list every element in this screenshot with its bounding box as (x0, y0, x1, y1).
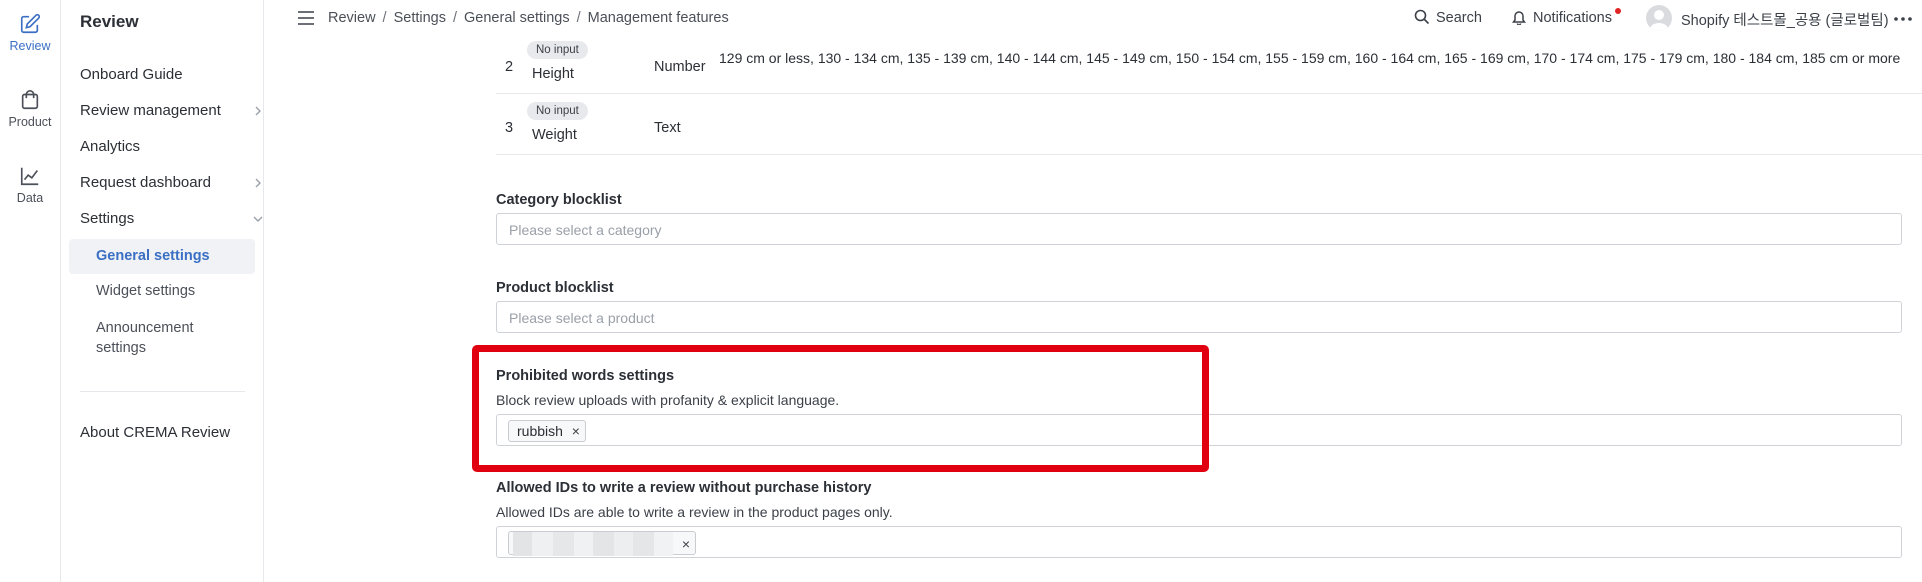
chevron-right-icon (255, 106, 261, 116)
tag-remove-icon[interactable]: × (682, 533, 690, 555)
nav-sub-general-settings[interactable]: General settings (69, 239, 255, 274)
category-blocklist-input[interactable]: Please select a category (496, 213, 1902, 245)
product-blocklist-input[interactable]: Please select a product (496, 301, 1902, 333)
row-name: Height (532, 66, 574, 82)
rail-label-product: Product (8, 115, 52, 129)
more-icon[interactable] (1894, 17, 1912, 21)
category-placeholder: Please select a category (509, 222, 662, 238)
breadcrumb: Review / Settings / General settings / Managem… (328, 10, 729, 26)
nav-item-about[interactable]: About CREMA Review (80, 424, 230, 441)
menu-icon[interactable] (297, 11, 315, 25)
bell-icon (1512, 11, 1526, 26)
nav-item-review-management[interactable]: Review management (80, 102, 261, 119)
nav-sub-widget-settings[interactable]: Widget settings (69, 283, 255, 299)
top-header: Review / Settings / General settings / Managem… (264, 0, 1922, 38)
allowed-ids-label: Allowed IDs to write a review without pu… (496, 480, 872, 496)
search-label: Search (1436, 10, 1482, 26)
chevron-down-icon (253, 216, 263, 222)
main-content: 2 No input Height Number 129 cm or less,… (265, 38, 1922, 582)
rail-item-data[interactable]: Data (0, 165, 60, 205)
nav-item-request-dashboard[interactable]: Request dashboard (80, 174, 261, 191)
nav-item-label: Settings (80, 210, 135, 227)
allowed-ids-desc: Allowed IDs are able to write a review i… (496, 504, 893, 520)
nav-item-settings[interactable]: Settings (80, 210, 263, 227)
product-blocklist-label: Product blocklist (496, 280, 614, 296)
notifications-button[interactable]: Notifications (1511, 9, 1612, 26)
row-type: Number (654, 59, 706, 75)
row-name: Weight (532, 127, 577, 143)
user-icon (1650, 10, 1668, 31)
nav-sidebar: Review Onboard Guide Review management A… (61, 0, 264, 582)
prohibited-words-label: Prohibited words settings (496, 368, 675, 384)
breadcrumb-management-features: Management features (587, 10, 729, 26)
nav-title: Review (80, 12, 139, 31)
tag-chip: rubbish × (508, 420, 586, 442)
icon-rail: Review Product Data (0, 0, 61, 582)
row-type: Text (654, 120, 681, 136)
status-badge: No input (527, 41, 588, 59)
rail-item-product[interactable]: Product (0, 89, 60, 129)
breadcrumb-general-settings[interactable]: General settings (464, 10, 570, 26)
store-name[interactable]: Shopify 테스트몰_공용 (글로벌팀) (1681, 9, 1889, 30)
row-number: 3 (505, 120, 514, 136)
nav-sub-announcement-settings[interactable]: Announcement settings (69, 318, 209, 358)
nav-item-onboard-guide[interactable]: Onboard Guide (80, 66, 183, 83)
status-badge: No input (527, 102, 588, 120)
edit-icon (20, 13, 41, 34)
rail-label-review: Review (9, 39, 51, 53)
breadcrumb-settings[interactable]: Settings (394, 10, 446, 26)
nav-item-label: Review management (80, 102, 221, 119)
allowed-ids-input[interactable]: × (496, 526, 1902, 558)
row-number: 2 (505, 59, 514, 75)
nav-item-analytics[interactable]: Analytics (80, 138, 140, 155)
rail-item-review[interactable]: Review (0, 13, 60, 53)
nav-item-label: Request dashboard (80, 174, 211, 191)
rail-label-data: Data (16, 191, 44, 205)
chevron-right-icon (255, 178, 261, 188)
category-blocklist-label: Category blocklist (496, 192, 622, 208)
prohibited-words-desc: Block review uploads with profanity & ex… (496, 392, 840, 408)
search-button[interactable]: Search (1414, 9, 1482, 26)
shopping-bag-icon (21, 90, 39, 110)
avatar[interactable] (1646, 5, 1672, 31)
notifications-label: Notifications (1533, 10, 1612, 26)
redacted-id (513, 532, 673, 557)
table-row: 3 No input Weight Text (496, 94, 1922, 155)
breadcrumb-review[interactable]: Review (328, 10, 376, 26)
nav-divider (80, 391, 245, 392)
notification-dot (1615, 8, 1621, 14)
tag-label: rubbish (517, 423, 563, 439)
tag-chip: × (508, 531, 696, 557)
search-icon (1414, 9, 1430, 25)
chart-line-icon (20, 167, 39, 186)
product-placeholder: Please select a product (509, 310, 655, 326)
row-values: 129 cm or less, 130 - 134 cm, 135 - 139 … (719, 50, 1901, 66)
tag-remove-icon[interactable]: × (572, 421, 580, 441)
table-row: 2 No input Height Number 129 cm or less,… (496, 33, 1922, 94)
prohibited-words-input[interactable]: rubbish × (496, 414, 1902, 446)
